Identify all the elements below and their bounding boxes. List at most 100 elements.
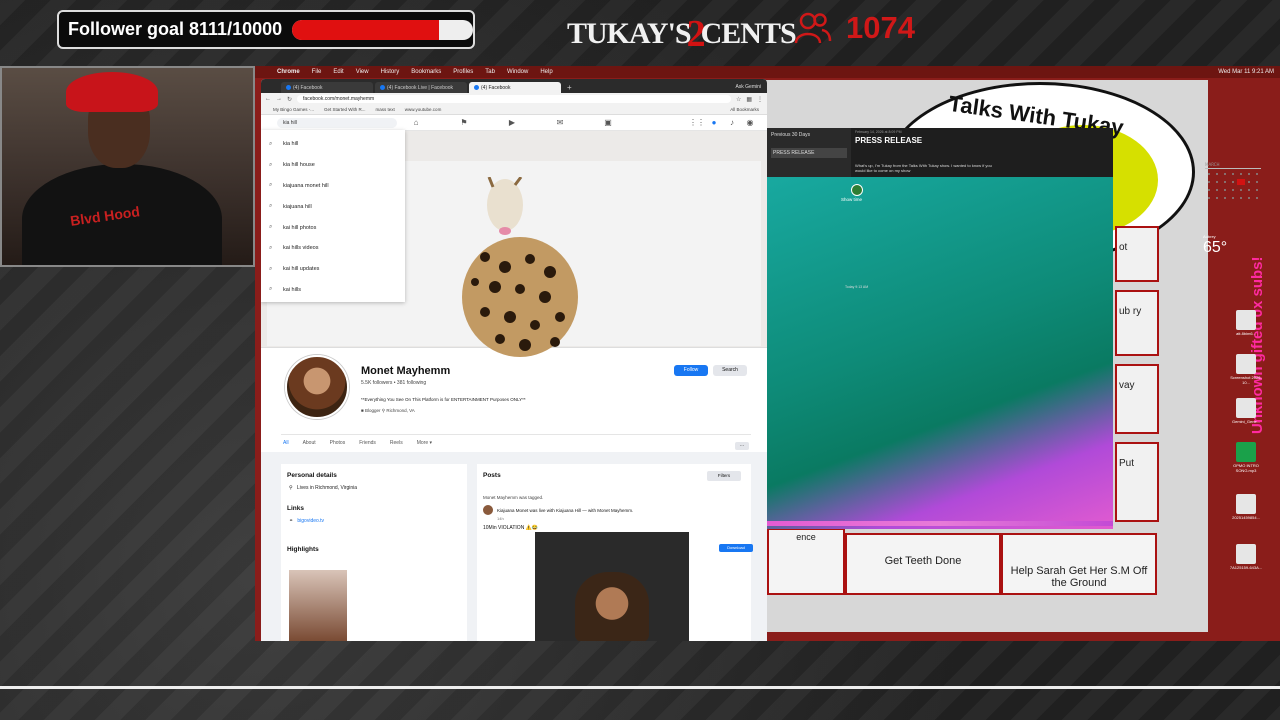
link-icon: ⚭ bbox=[289, 518, 294, 524]
desktop-file-icon[interactable]: Gemini_Gene... bbox=[1229, 398, 1263, 425]
lives-in: ⚲ Lives in Richmond, Virginia bbox=[289, 485, 358, 491]
browser-tab[interactable]: (4) Facebook bbox=[281, 82, 373, 93]
forward-icon[interactable]: → bbox=[276, 96, 282, 102]
bookmark-item[interactable]: Get Started With R... bbox=[324, 107, 366, 112]
desktop-file-icon[interactable]: OPMO INTRO SONG.mp3 bbox=[1229, 442, 1263, 474]
post-tagged-line: Monet Mayhemm was tagged. bbox=[483, 495, 544, 500]
filters-button[interactable]: Filters bbox=[707, 471, 741, 481]
search-suggestion[interactable]: ⌕ kiajuana monet hill bbox=[261, 176, 405, 197]
menubar-bookmarks[interactable]: Bookmarks bbox=[411, 69, 441, 75]
menubar-file[interactable]: File bbox=[312, 69, 322, 75]
viewer-count: 1074 bbox=[794, 8, 915, 48]
weather-widget[interactable]: Aubrey 65° bbox=[1203, 234, 1227, 257]
menubar-help[interactable]: Help bbox=[540, 69, 552, 75]
calendar-widget[interactable]: MARCH bbox=[1203, 162, 1267, 218]
notifications-icon[interactable]: ♪ bbox=[727, 118, 737, 128]
post-avatar[interactable] bbox=[483, 505, 493, 515]
flag-icon[interactable]: ⚑ bbox=[459, 118, 469, 128]
browser-tab-active[interactable]: (4) Facebook bbox=[469, 82, 561, 93]
url-bar[interactable]: facebook.com/monet.mayhemm bbox=[297, 95, 731, 103]
tab-all[interactable]: All bbox=[283, 440, 289, 446]
search-suggestion[interactable]: ⌕ kia hill house bbox=[261, 155, 405, 176]
follower-goal-label: Follower goal 8111/10000 bbox=[68, 19, 283, 39]
board-cell: vay bbox=[1115, 364, 1159, 434]
menubar-clock[interactable]: Wed Mar 11 9:21 AM bbox=[1218, 69, 1280, 75]
profile-tabs: All About Photos Friends Reels More ▾ bbox=[281, 434, 751, 450]
video-person bbox=[575, 572, 649, 641]
facebook-search-input[interactable] bbox=[277, 118, 397, 128]
menubar-edit[interactable]: Edit bbox=[333, 69, 343, 75]
menubar-profiles[interactable]: Profiles bbox=[453, 69, 473, 75]
profile-search-button[interactable]: Search bbox=[713, 365, 747, 376]
menubar-history[interactable]: History bbox=[381, 69, 400, 75]
search-suggestion[interactable]: ⌕ kai hill updates bbox=[261, 259, 405, 280]
bookmark-star-icon[interactable]: ☆ bbox=[736, 96, 741, 103]
search-suggestion[interactable]: ⌕ kai hills bbox=[261, 280, 405, 301]
ask-gemini-button[interactable]: Ask Gemini bbox=[729, 84, 767, 93]
profile-link[interactable]: ⚭ bigovideo.tv bbox=[289, 518, 467, 524]
search-suggestions: ⌕ kia hill ⌕ kia hill house ⌕ kiajuana mone… bbox=[261, 130, 405, 302]
extensions-icon[interactable]: ▦ bbox=[746, 96, 752, 103]
notes-body[interactable]: What's up, I'm Tukay from the Talks With… bbox=[855, 163, 995, 173]
menubar-window[interactable]: Window bbox=[507, 69, 528, 75]
search-suggestion[interactable]: ⌕ kai hill photos bbox=[261, 217, 405, 238]
search-suggestion[interactable]: ⌕ kai hills videos bbox=[261, 238, 405, 259]
desktop-file-icon[interactable]: 7A125159-643A... bbox=[1229, 544, 1263, 571]
post-video[interactable] bbox=[535, 532, 689, 641]
menubar-tab[interactable]: Tab bbox=[485, 69, 495, 75]
follow-button[interactable]: Follow bbox=[674, 365, 708, 376]
post-live-line[interactable]: Kiajuana Monet was live with Kiajuana Hi… bbox=[497, 508, 633, 513]
desktop-file-icon[interactable]: Screenshot 2026-10... bbox=[1229, 354, 1263, 386]
profile-name: Monet Mayhemm bbox=[361, 365, 451, 377]
search-suggestion[interactable]: ⌕ kiajuana hill bbox=[261, 196, 405, 217]
search-icon: ⌕ bbox=[269, 244, 273, 251]
megaphone-icon[interactable]: ✉ bbox=[555, 118, 565, 128]
menubar-view[interactable]: View bbox=[356, 69, 369, 75]
board-cell-partial: ence bbox=[767, 528, 845, 595]
notes-sidebar-item[interactable]: PRESS RELEASE bbox=[771, 148, 847, 158]
video-icon[interactable]: ▶ bbox=[507, 118, 517, 128]
category-icon: ■ bbox=[361, 408, 364, 413]
board-cell-sarah: Help Sarah Get Her S.M Off the Ground bbox=[1001, 533, 1157, 595]
download-button[interactable]: Download bbox=[719, 544, 753, 552]
back-icon[interactable]: ← bbox=[265, 96, 271, 102]
tab-about[interactable]: About bbox=[303, 440, 316, 446]
gaming-icon[interactable]: ▣ bbox=[603, 118, 613, 128]
brand-logo-right: CENTS bbox=[700, 17, 797, 50]
apps-grid-icon[interactable]: ⋮⋮ bbox=[689, 118, 705, 128]
search-suggestion[interactable]: ⌕ kia hill bbox=[261, 134, 405, 155]
search-icon: ⌕ bbox=[269, 265, 273, 272]
pin-icon: ⚲ bbox=[289, 485, 293, 491]
tab-more[interactable]: More ▾ bbox=[417, 440, 432, 446]
profile-stats[interactable]: 5.5K followers • 381 following bbox=[361, 380, 426, 386]
home-icon[interactable]: ⌂ bbox=[411, 118, 421, 128]
post-time[interactable]: 14h bbox=[497, 516, 751, 521]
links-title: Links bbox=[287, 505, 304, 512]
teal-preview-window bbox=[767, 177, 1113, 529]
account-avatar[interactable]: ◉ bbox=[745, 118, 755, 128]
browser-tab[interactable]: (4) Facebook Live | Facebook bbox=[375, 82, 467, 93]
search-icon: ⌕ bbox=[269, 203, 273, 210]
search-icon: ⌕ bbox=[269, 140, 273, 147]
desktop-file-icon[interactable]: att.8bim6... bbox=[1229, 310, 1263, 337]
bookmark-item[interactable]: mass text bbox=[376, 107, 395, 112]
personal-details-title: Personal details bbox=[287, 472, 337, 479]
tab-photos[interactable]: Photos bbox=[330, 440, 346, 446]
viewers-icon bbox=[794, 12, 832, 44]
profile-picture[interactable] bbox=[285, 355, 349, 419]
highlight-thumbnail[interactable] bbox=[289, 570, 347, 641]
show-time-icon[interactable] bbox=[851, 184, 863, 196]
tab-friends[interactable]: Friends bbox=[359, 440, 376, 446]
desktop-file-icon[interactable]: 20251459854... bbox=[1229, 494, 1263, 521]
more-options-button[interactable]: ··· bbox=[735, 442, 749, 450]
tab-reels[interactable]: Reels bbox=[390, 440, 403, 446]
reload-icon[interactable]: ↻ bbox=[287, 96, 292, 103]
facebook-icon bbox=[474, 85, 479, 91]
all-bookmarks[interactable]: All Bookmarks bbox=[730, 107, 767, 112]
bookmark-item[interactable]: www.youtube.com bbox=[405, 107, 442, 112]
menu-icon[interactable]: ⋮ bbox=[757, 96, 763, 103]
menubar-app[interactable]: Chrome bbox=[277, 69, 300, 75]
messenger-icon[interactable]: ● bbox=[709, 118, 719, 128]
new-tab-button[interactable]: + bbox=[563, 83, 576, 93]
bookmark-item[interactable]: My Bingo Games -... bbox=[273, 107, 314, 112]
